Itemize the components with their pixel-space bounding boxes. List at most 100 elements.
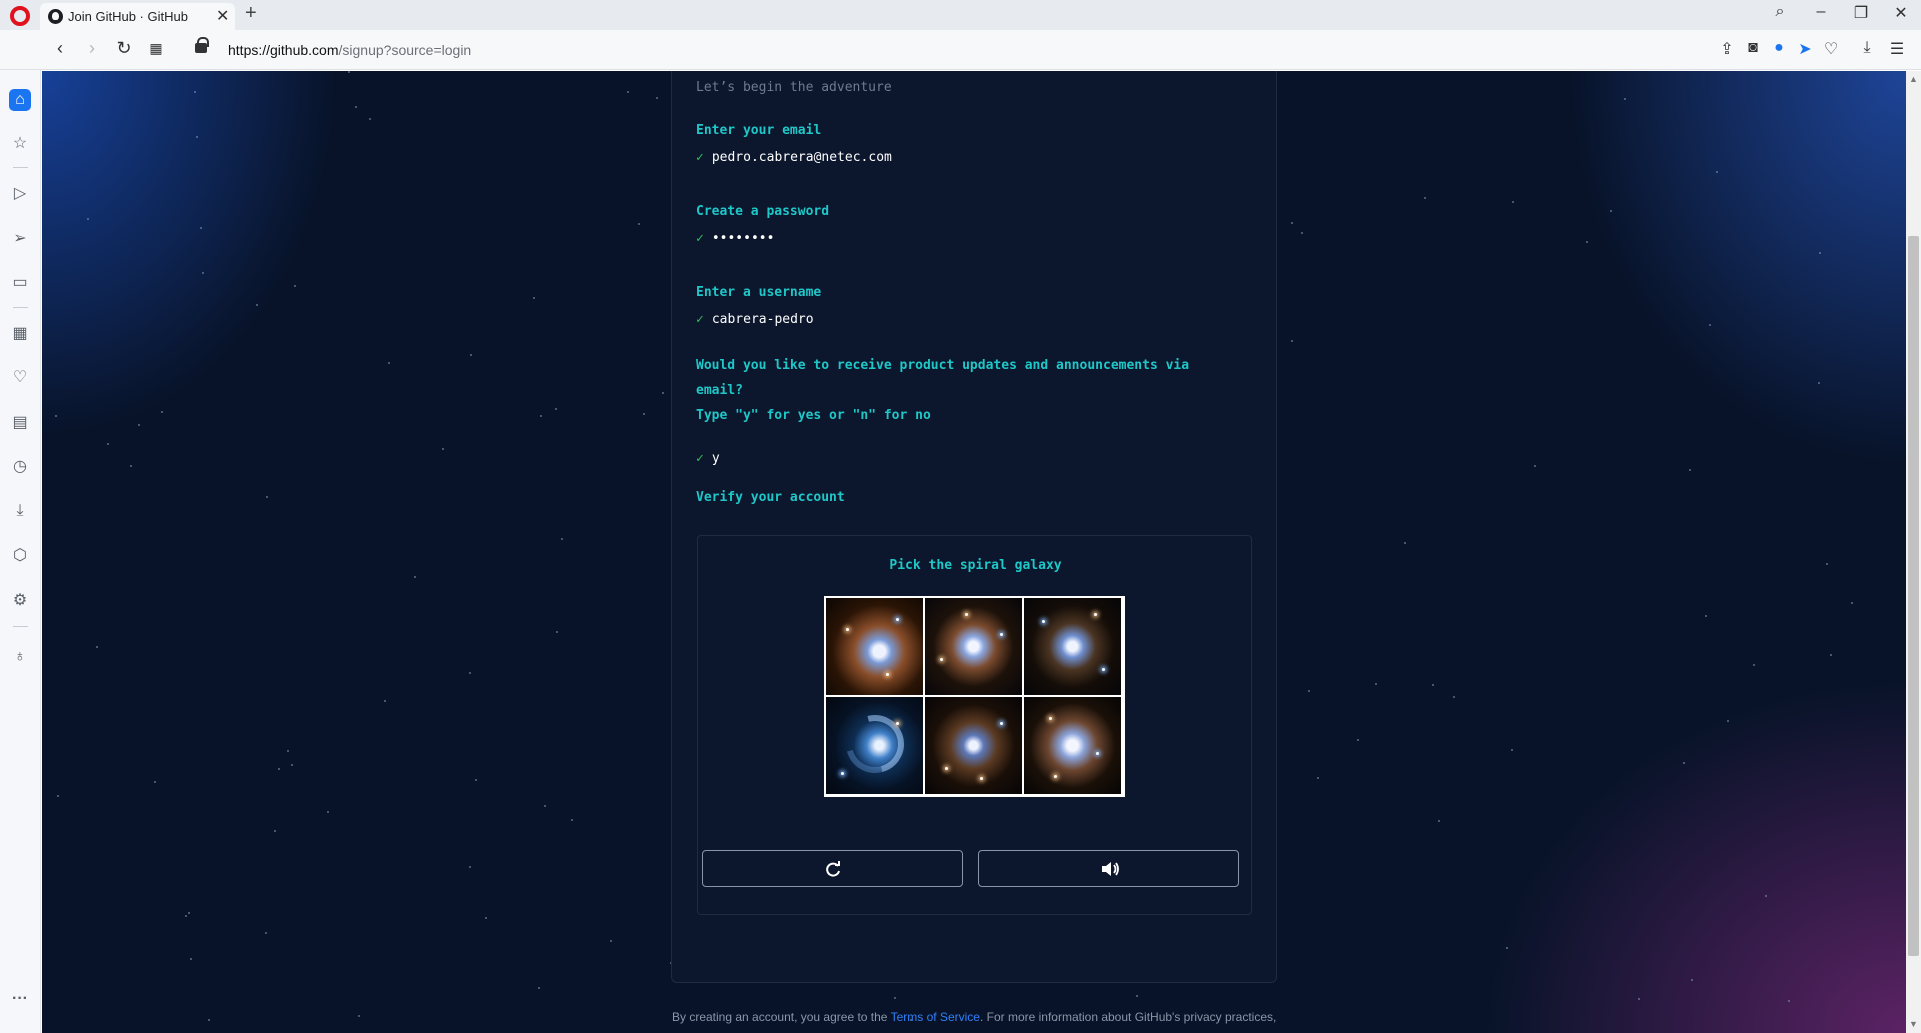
url-field[interactable]: https://github.com/signup?source=login <box>228 42 471 58</box>
forward-button[interactable]: › <box>80 38 104 59</box>
captcha-prompt: Pick the spiral galaxy <box>889 558 1062 573</box>
captcha-image-2[interactable] <box>925 598 1022 695</box>
password-label: Create a password <box>696 204 830 219</box>
star-dot <box>1308 690 1310 692</box>
back-button[interactable]: ‹ <box>48 38 72 59</box>
star-dot <box>1404 542 1406 544</box>
star-dot <box>265 932 267 934</box>
star-dot <box>1586 241 1588 243</box>
star-dot <box>561 538 563 540</box>
star-dot <box>894 997 896 999</box>
password-field[interactable]: ✓ •••••••• <box>696 231 774 246</box>
star-dot <box>185 915 187 917</box>
wallet-icon[interactable]: ▭ <box>9 272 31 294</box>
star-dot <box>200 227 202 229</box>
star-dot <box>274 830 276 832</box>
refresh-captcha-button[interactable] <box>702 850 963 887</box>
star-dot <box>469 866 471 868</box>
star-dot <box>540 415 542 417</box>
lightbulb-icon[interactable]: ♁ <box>9 646 31 668</box>
tab-close-button[interactable]: ✕ <box>216 6 229 26</box>
star-dot <box>384 700 386 702</box>
check-icon: ✓ <box>696 150 704 165</box>
opera-logo-icon[interactable] <box>10 6 30 26</box>
restore-button[interactable]: ❐ <box>1846 3 1876 23</box>
signup-card: Let’s begin the adventure Enter your ema… <box>671 71 1277 983</box>
star-dot <box>291 764 293 766</box>
news-icon[interactable]: ▤ <box>9 412 31 434</box>
email-value: pedro.cabrera@netec.com <box>711 150 892 165</box>
star-dot <box>358 1015 360 1017</box>
star-dot <box>1506 947 1508 949</box>
star-dot <box>414 576 416 578</box>
close-window-button[interactable]: ✕ <box>1886 3 1916 23</box>
reload-button[interactable]: ↻ <box>112 38 136 59</box>
speed-dial-icon[interactable]: ▦ <box>9 323 31 345</box>
tab-join-github[interactable]: Join GitHub · GitHub ✕ <box>40 3 235 30</box>
scroll-down-arrow-icon[interactable]: ▼ <box>1909 1019 1918 1029</box>
scroll-up-arrow-icon[interactable]: ▲ <box>1909 74 1918 84</box>
star-dot <box>1610 210 1612 212</box>
terms-of-service-link[interactable]: Terms of Service <box>891 1010 980 1024</box>
captcha-image-1[interactable] <box>826 598 923 695</box>
favorites-heart-icon[interactable]: ♡ <box>9 367 31 389</box>
history-clock-icon[interactable]: ◷ <box>9 456 31 478</box>
download-icon[interactable]: ⤓ <box>1856 39 1878 57</box>
star-dot <box>1638 998 1640 1000</box>
share-icon[interactable]: ⇪ <box>1716 39 1738 59</box>
minimize-button[interactable]: – <box>1806 3 1836 21</box>
bookmark-star-icon[interactable]: ☆ <box>9 133 31 155</box>
username-field[interactable]: ✓ cabrera-pedro <box>696 312 814 327</box>
star-dot <box>1512 201 1514 203</box>
star-dot <box>327 811 329 813</box>
more-options-icon[interactable]: ··· <box>9 988 31 1010</box>
verify-label: Verify your account <box>696 490 845 505</box>
star-dot <box>1136 995 1138 997</box>
downloads-icon[interactable]: ⤓ <box>9 500 31 522</box>
star-dot <box>662 392 664 394</box>
captcha-image-5[interactable] <box>925 697 1022 794</box>
player-icon[interactable]: ▷ <box>9 183 31 205</box>
menu-icon[interactable]: ☰ <box>1886 39 1908 59</box>
tab-grid-icon[interactable]: ▦ <box>144 40 168 57</box>
speaker-icon <box>1102 862 1119 876</box>
star-dot <box>1317 777 1319 779</box>
star-dot <box>388 362 390 364</box>
new-tab-button[interactable]: + <box>245 2 257 25</box>
star-dot <box>1819 252 1821 254</box>
audio-captcha-button[interactable] <box>978 850 1239 887</box>
search-tabs-icon[interactable]: ⌕ <box>1765 3 1795 21</box>
star-dot <box>1716 171 1718 173</box>
settings-gear-icon[interactable]: ⚙ <box>9 590 31 612</box>
star-dot <box>627 91 629 93</box>
lock-icon[interactable] <box>195 37 209 53</box>
updates-field[interactable]: ✓ y <box>696 451 720 466</box>
updates-hint: Type "y" for yes or "n" for no <box>696 408 931 423</box>
extensions-cube-icon[interactable]: ⬡ <box>9 545 31 567</box>
check-icon: ✓ <box>696 312 704 327</box>
github-favicon-icon <box>48 9 63 24</box>
messenger-send-icon[interactable]: ➢ <box>9 228 31 250</box>
adblock-shield-icon[interactable]: ● <box>1768 39 1790 57</box>
email-field[interactable]: ✓ pedro.cabrera@netec.com <box>696 150 892 165</box>
star-dot <box>544 805 546 807</box>
signup-page: Let’s begin the adventure Enter your ema… <box>42 71 1906 1033</box>
vpn-send-icon[interactable]: ➤ <box>1794 39 1816 59</box>
captcha-image-3[interactable] <box>1024 598 1121 695</box>
captcha-image-6[interactable] <box>1024 697 1121 794</box>
star-dot <box>190 958 192 960</box>
camera-icon[interactable]: ◙ <box>1742 39 1764 57</box>
scroll-thumb[interactable] <box>1908 236 1919 956</box>
sidebar-divider <box>13 307 28 308</box>
heart-icon[interactable]: ♡ <box>1820 39 1842 59</box>
home-icon[interactable]: ⌂ <box>9 89 31 111</box>
star-dot <box>348 71 350 73</box>
page-scrollbar[interactable]: ▲ ▼ <box>1906 71 1921 1033</box>
star-dot <box>469 672 471 674</box>
star-dot <box>1301 232 1303 234</box>
star-dot <box>643 413 645 415</box>
captcha-image-4[interactable] <box>826 697 923 794</box>
star-dot <box>533 297 535 299</box>
star-dot <box>96 646 98 648</box>
star-dot <box>1709 324 1711 326</box>
